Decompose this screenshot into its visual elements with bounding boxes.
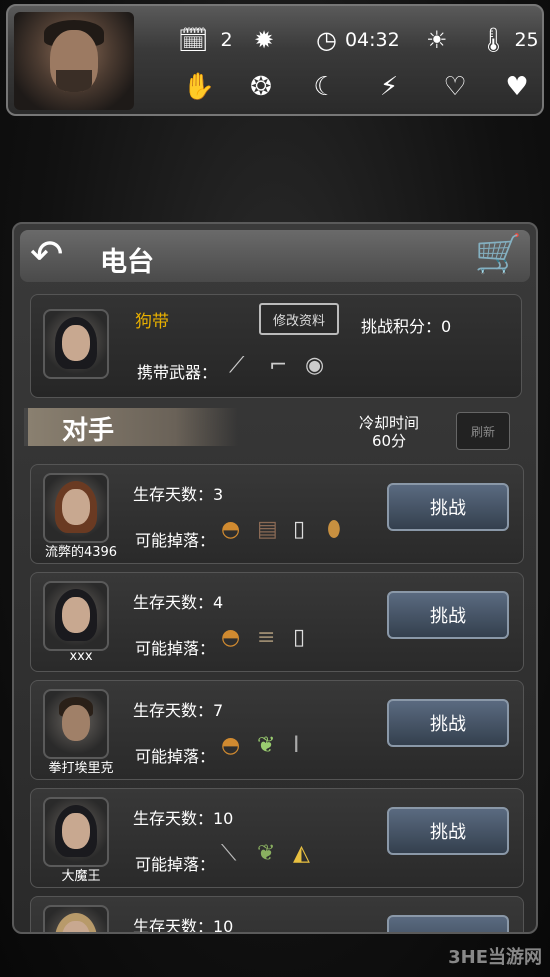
title-bar: ↶ 电台 🛒 xyxy=(20,230,530,282)
opponent-row: 生存天数：10 xyxy=(30,896,524,934)
energy-head-icon[interactable]: ⚡ xyxy=(374,72,404,102)
opponent-name: 拳打埃里克 xyxy=(48,761,114,776)
time-stat: ◷ 04:32 xyxy=(316,28,400,52)
opponent-name: xxx xyxy=(69,649,93,664)
edit-profile-button[interactable]: 修改资料 xyxy=(259,303,339,335)
survival-days: 生存天数：10 xyxy=(133,809,234,828)
sawdust-icon: ◓ xyxy=(221,733,241,758)
opponent-row: 流弊的4396 生存天数：3 可能掉落： ◓ ▤ ▯ ⬮ 挑战 xyxy=(30,464,524,564)
challenge-button[interactable]: 挑战 xyxy=(387,483,509,531)
cooldown-label: 冷却时间 xyxy=(359,414,420,432)
player-profile-card: 狗带 修改资料 挑战积分：0 携带武器： ⟋ ⌐ ◉ xyxy=(30,294,522,398)
drops-label: 可能掉落： xyxy=(135,855,216,874)
opponent-avatar xyxy=(43,473,109,543)
opponent-row: xxx 生存天数：4 可能掉落： ◓ ≡ ▯ 挑战 xyxy=(30,572,524,672)
metal-bar-icon: Ⅰ xyxy=(293,733,300,758)
survival-days: 生存天数：10 xyxy=(133,917,234,934)
back-arrow-icon[interactable]: ↶ xyxy=(30,232,64,278)
crowbar-icon: ⟋ xyxy=(229,353,245,378)
logs-icon: ≡ xyxy=(257,625,276,650)
challenge-button[interactable]: 挑战 xyxy=(387,699,509,747)
stomach-icon[interactable]: ☾ xyxy=(310,72,340,102)
clock-icon: ◷ xyxy=(316,26,337,54)
sun-icon: ☀ xyxy=(426,26,448,54)
calendar-icon: 🗓 xyxy=(178,26,209,54)
survival-days: 生存天数：4 xyxy=(133,593,224,612)
paper-icon: ▯ xyxy=(293,625,306,650)
day-count: 2 xyxy=(220,29,233,51)
radio-panel: ↶ 电台 🛒 狗带 修改资料 挑战积分：0 携带武器： ⟋ ⌐ ◉ 对手 冷却时… xyxy=(12,222,538,934)
survival-days: 生存天数：7 xyxy=(133,701,224,720)
drops-label: 可能掉落： xyxy=(135,639,216,658)
herb-icon: ❦ xyxy=(257,841,276,866)
time-value: 04:32 xyxy=(344,29,400,51)
sawdust-icon: ◓ xyxy=(221,625,241,650)
opponent-avatar xyxy=(43,797,109,867)
challenge-score: 挑战积分：0 xyxy=(361,317,452,336)
temperature-stat: 🌡 25 xyxy=(478,28,539,52)
opponent-row: 拳打埃里克 生存天数：7 可能掉落： ◓ ❦ Ⅰ 挑战 xyxy=(30,680,524,780)
heart-icon[interactable]: ♥ xyxy=(502,72,532,102)
sun-burst-icon: ✹ xyxy=(254,26,275,54)
site-watermark: 3HE当游网 xyxy=(448,947,542,968)
opponent-avatar xyxy=(43,581,109,651)
sawdust-icon: ◓ xyxy=(221,517,241,542)
pistol-icon: ⌐ xyxy=(269,353,288,378)
cooldown-info: 冷却时间 60分 xyxy=(359,414,419,450)
survival-days: 生存天数：3 xyxy=(133,485,224,504)
weapons-label: 携带武器： xyxy=(137,363,218,382)
brass-knuckles-icon: ◉ xyxy=(305,353,325,378)
challenge-button[interactable]: 挑战 xyxy=(387,807,509,855)
page-title: 电台 xyxy=(100,247,154,278)
drops-label: 可能掉落： xyxy=(135,747,216,766)
opponent-name: 流弊的4396 xyxy=(44,545,118,560)
light-stat: ☀ xyxy=(426,28,448,52)
brain-icon[interactable]: ❂ xyxy=(246,72,276,102)
wood-plank-icon: ▤ xyxy=(257,517,278,542)
rivals-title: 对手 xyxy=(62,416,115,446)
status-hud: 🗓 2 ✹ ◷ 04:32 ☀ 🌡 25 ✋ ❂ ☾ ⚡ ♡ ♥ xyxy=(6,4,544,116)
herb-icon: ❦ xyxy=(257,733,276,758)
temperature-value: 25 xyxy=(514,29,539,51)
potato-icon: ⬮ xyxy=(327,517,341,542)
opponent-avatar xyxy=(43,689,109,759)
rivals-banner xyxy=(24,408,238,446)
challenge-button[interactable]: 挑战 xyxy=(387,591,509,639)
opponent-avatar xyxy=(43,905,109,932)
mood-heart-icon[interactable]: ♡ xyxy=(440,72,470,102)
health-hand-icon[interactable]: ✋ xyxy=(183,72,215,102)
opponent-name: 大魔王 xyxy=(61,869,101,884)
challenge-button[interactable] xyxy=(387,915,509,932)
opponent-row: 大魔王 生存天数：10 可能掉落： ⟍ ❦ ◭ 挑战 xyxy=(30,788,524,888)
cooldown-value: 60分 xyxy=(371,432,407,450)
thermometer-icon: 🌡 xyxy=(478,26,509,54)
weather-stat: ✹ xyxy=(254,28,274,52)
knife-icon: ⟍ xyxy=(221,841,237,866)
player-name: 狗带 xyxy=(135,312,169,332)
player-portrait[interactable] xyxy=(14,12,134,110)
avatar xyxy=(43,309,109,379)
drops-label: 可能掉落： xyxy=(135,531,216,550)
shopping-cart-icon[interactable]: 🛒 xyxy=(475,232,522,277)
cheese-icon: ◭ xyxy=(293,841,310,866)
refresh-button[interactable]: 刷新 xyxy=(456,412,510,450)
day-stat: 🗓 2 xyxy=(178,28,233,52)
paper-icon: ▯ xyxy=(293,517,306,542)
